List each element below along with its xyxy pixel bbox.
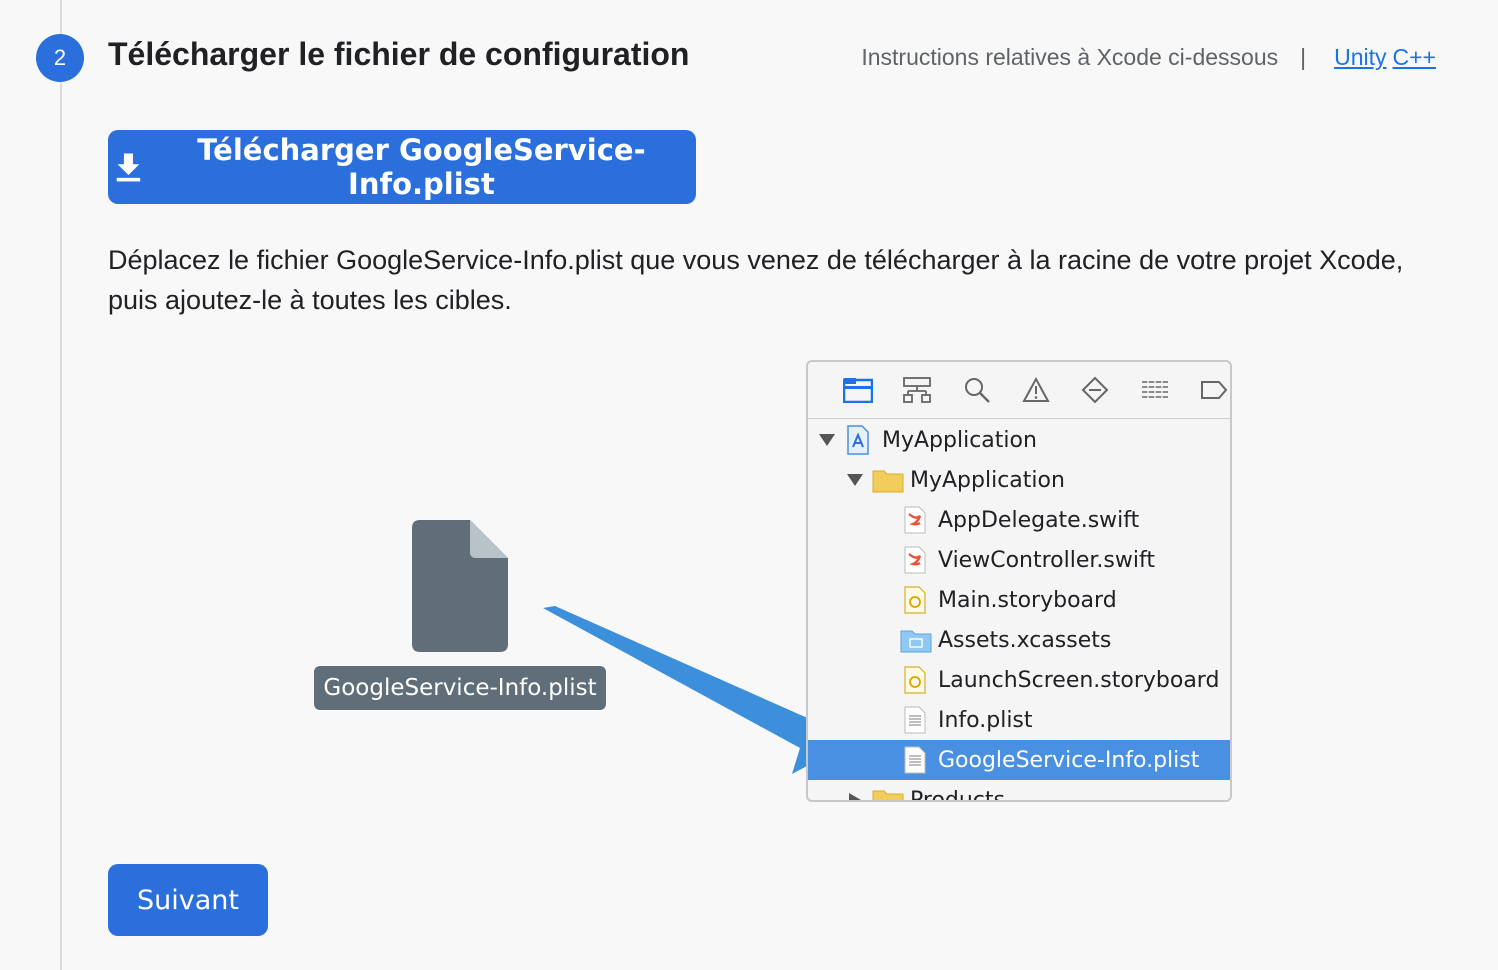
navigator-item-selected-file[interactable]: GoogleService-Info.plist xyxy=(808,740,1230,780)
download-icon xyxy=(116,153,141,182)
navigator-item-label: AppDelegate.swift xyxy=(938,507,1140,533)
step-title: Télécharger le fichier de configuration xyxy=(108,36,690,72)
assets-folder-icon xyxy=(900,630,932,653)
step-rail xyxy=(60,0,62,970)
navigator-item-label: Main.storyboard xyxy=(938,587,1117,613)
xcode-project-navigator: MyApplication MyApplication AppDelegate.… xyxy=(806,360,1232,802)
xcode-instructions-text: Instructions relatives à Xcode ci-dessou… xyxy=(861,44,1279,70)
next-button[interactable]: Suivant xyxy=(108,864,268,936)
disclosure-collapsed-icon[interactable] xyxy=(848,792,862,802)
navigator-item-file[interactable]: AppDelegate.swift xyxy=(808,500,1230,540)
navigator-item-file[interactable]: Assets.xcassets xyxy=(808,620,1230,660)
warning-icon[interactable] xyxy=(1020,374,1051,406)
navigator-item-label: GoogleService-Info.plist xyxy=(938,747,1200,773)
step-number-badge: 2 xyxy=(36,34,84,82)
folder-icon[interactable] xyxy=(842,374,873,406)
navigator-item-label: Products xyxy=(910,787,1005,802)
instructions-paragraph: Déplacez le fichier GoogleService-Info.p… xyxy=(108,245,1404,315)
search-icon[interactable] xyxy=(961,374,992,406)
plist-icon xyxy=(904,706,926,734)
platform-links: Instructions relatives à Xcode ci-dessou… xyxy=(861,44,1436,71)
navigator-item-file[interactable]: LaunchScreen.storyboard xyxy=(808,660,1230,700)
navigator-toolbar xyxy=(808,362,1230,419)
navigator-item-label: ViewController.swift xyxy=(938,547,1155,573)
folder-icon xyxy=(872,470,904,493)
navigator-item-label: Info.plist xyxy=(938,707,1033,733)
navigator-item-label: LaunchScreen.storyboard xyxy=(938,667,1220,693)
storyboard-icon xyxy=(904,586,926,614)
navigator-item-label: Assets.xcassets xyxy=(938,627,1112,653)
navigator-item-file[interactable]: Info.plist xyxy=(808,700,1230,740)
cpp-link[interactable]: C++ xyxy=(1393,44,1436,70)
folder-icon xyxy=(872,790,904,800)
breakpoint-icon[interactable] xyxy=(1080,374,1111,406)
navigator-item-group[interactable]: Products xyxy=(808,780,1230,802)
unity-link[interactable]: Unity xyxy=(1334,44,1386,70)
list-icon[interactable] xyxy=(1139,374,1170,406)
navigator-item-file[interactable]: Main.storyboard xyxy=(808,580,1230,620)
plist-icon xyxy=(904,746,926,774)
storyboard-icon xyxy=(904,666,926,694)
disclosure-expanded-icon[interactable] xyxy=(846,473,864,487)
navigator-item-file[interactable]: ViewController.swift xyxy=(808,540,1230,580)
download-config-button[interactable]: Télécharger GoogleService-Info.plist xyxy=(108,130,696,204)
navigator-item-label: MyApplication xyxy=(910,467,1065,493)
navigator-item-group[interactable]: MyApplication xyxy=(808,460,1230,500)
tag-icon[interactable] xyxy=(1199,374,1230,406)
swift-file-icon xyxy=(904,506,926,534)
disclosure-expanded-icon[interactable] xyxy=(818,433,836,447)
navigator-item-project[interactable]: MyApplication xyxy=(808,420,1230,460)
swift-file-icon xyxy=(904,546,926,574)
navigator-item-label: MyApplication xyxy=(882,427,1037,453)
dragged-file-label: GoogleService-Info.plist xyxy=(314,666,606,710)
download-button-label: Télécharger GoogleService-Info.plist xyxy=(197,133,646,201)
document-icon xyxy=(412,520,508,652)
xcode-project-icon xyxy=(847,425,869,455)
hierarchy-icon[interactable] xyxy=(901,374,932,406)
separator: | xyxy=(1300,44,1307,70)
